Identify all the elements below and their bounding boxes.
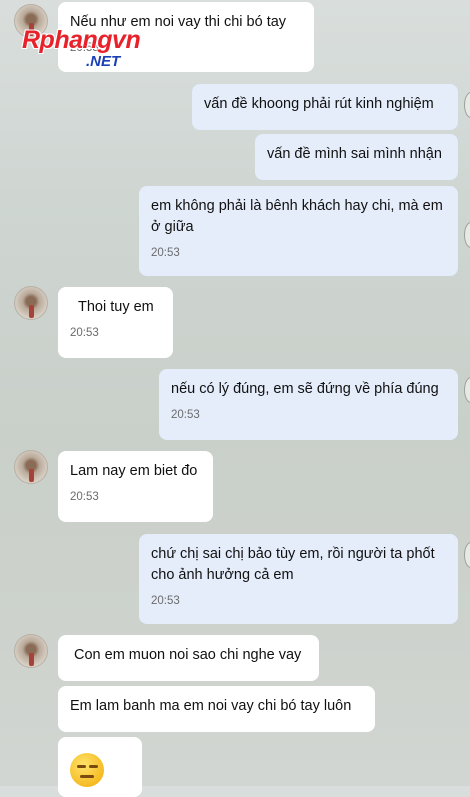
message-text: vấn đề khoong phải rút kinh nghiệm (204, 96, 434, 112)
sticker-message[interactable] (58, 737, 142, 797)
sent-message[interactable]: vấn đề khoong phải rút kinh nghiệm (192, 84, 458, 130)
message-text: Em lam banh ma em noi vay chi bó tay luô… (70, 698, 352, 714)
message-time: 20:53 (151, 247, 180, 259)
sent-message[interactable]: chứ chị sai chị bảo tùy em, rồi người ta… (139, 534, 458, 624)
own-avatar (464, 377, 470, 403)
contact-avatar[interactable] (14, 634, 48, 668)
own-avatar (464, 222, 470, 248)
message-time: 20:53 (151, 595, 180, 607)
received-message[interactable]: Con em muon noi sao chi nghe vay (58, 635, 319, 681)
sent-message[interactable]: vấn đề mình sai mình nhận (255, 134, 458, 180)
watermark-brand: Rphangvn (22, 26, 141, 54)
neutral-face-emoji-icon (70, 753, 104, 787)
received-message[interactable]: Lam nay em biet đo 20:53 (58, 451, 213, 522)
message-time: 20:53 (70, 327, 99, 339)
emoji-left-eye (77, 765, 86, 768)
watermark-logo: Rphangvn .NET (22, 26, 172, 76)
message-text: Con em muon noi sao chi nghe vay (74, 647, 302, 663)
sent-message[interactable]: nếu có lý đúng, em sẽ đứng về phía đúng … (159, 369, 458, 440)
sent-message[interactable]: em không phải là bênh khách hay chi, mà … (139, 186, 458, 276)
emoji-mouth (80, 775, 94, 778)
received-message[interactable]: Thoi tuy em 20:53 (58, 287, 173, 358)
own-avatar (464, 542, 470, 568)
message-text: nếu có lý đúng, em sẽ đứng về phía đúng (171, 381, 439, 397)
message-text: vấn đề mình sai mình nhận (267, 146, 442, 162)
emoji-right-eye (89, 765, 98, 768)
message-text: Thoi tuy em (78, 299, 154, 315)
message-text: chứ chị sai chị bảo tùy em, rồi người ta… (151, 546, 435, 583)
message-time: 20:53 (171, 409, 200, 421)
contact-avatar[interactable] (14, 450, 48, 484)
watermark-suffix: .NET (86, 53, 121, 70)
message-time: 20:53 (70, 491, 99, 503)
message-text: Lam nay em biet đo (70, 463, 198, 479)
contact-avatar[interactable] (14, 286, 48, 320)
own-avatar (464, 92, 470, 118)
message-text: em không phải là bênh khách hay chi, mà … (151, 198, 443, 235)
received-message[interactable]: Em lam banh ma em noi vay chi bó tay luô… (58, 686, 375, 732)
